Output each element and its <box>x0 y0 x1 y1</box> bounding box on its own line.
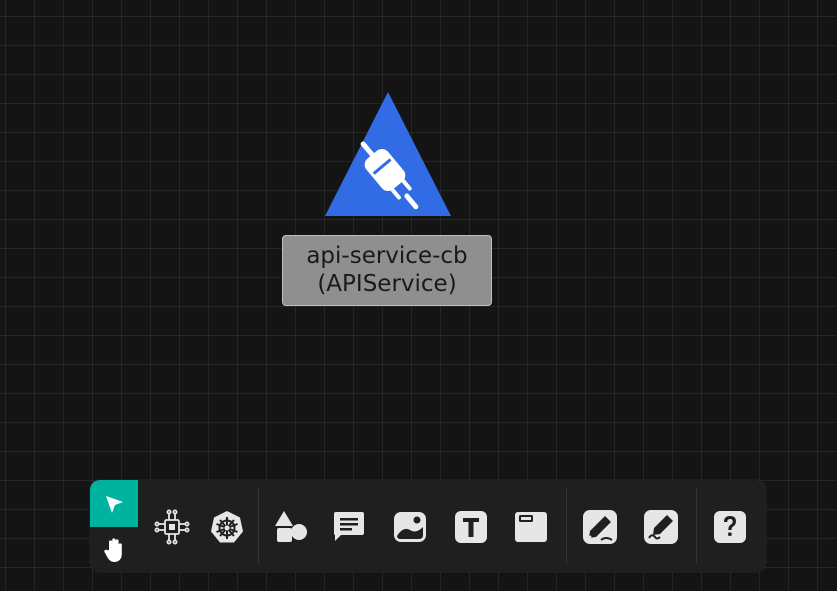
kubernetes-helm-icon <box>211 511 243 543</box>
node-name: api-service-cb <box>306 243 468 269</box>
hand-icon <box>104 537 122 562</box>
mode-switcher <box>90 480 138 572</box>
design-node[interactable]: api-service-cb (APIService) <box>282 90 492 310</box>
kubernetes-tool-button[interactable] <box>207 507 247 547</box>
comment-tool-button[interactable] <box>329 507 369 547</box>
apiservice-node-icon[interactable] <box>323 90 453 218</box>
image-icon <box>394 512 426 542</box>
component-chip-icon <box>154 509 190 545</box>
help-icon <box>714 511 746 543</box>
node-kind: (APIService) <box>317 271 457 297</box>
comment-icon <box>334 512 364 541</box>
pen-tool-button[interactable] <box>580 507 620 547</box>
select-mode-button[interactable] <box>90 480 138 527</box>
text-tool-button[interactable] <box>451 507 491 547</box>
pan-mode-button[interactable] <box>90 527 138 572</box>
section-tool-button[interactable] <box>511 507 551 547</box>
pen-icon <box>583 510 617 544</box>
freehand-pen-icon <box>644 510 678 544</box>
cursor-arrow-icon <box>106 495 123 513</box>
shapes-icon <box>275 511 307 542</box>
toolbar-divider <box>258 488 259 564</box>
image-tool-button[interactable] <box>390 507 430 547</box>
shapes-tool-button[interactable] <box>271 507 311 547</box>
toolbar-divider <box>696 488 697 564</box>
freehand-tool-button[interactable] <box>641 507 681 547</box>
text-icon <box>455 511 487 543</box>
help-button[interactable] <box>710 507 750 547</box>
node-label[interactable]: api-service-cb (APIService) <box>282 235 492 306</box>
design-toolbar <box>90 480 766 572</box>
components-tool-button[interactable] <box>152 507 192 547</box>
toolbar-divider <box>566 488 567 564</box>
section-icon <box>515 512 547 542</box>
